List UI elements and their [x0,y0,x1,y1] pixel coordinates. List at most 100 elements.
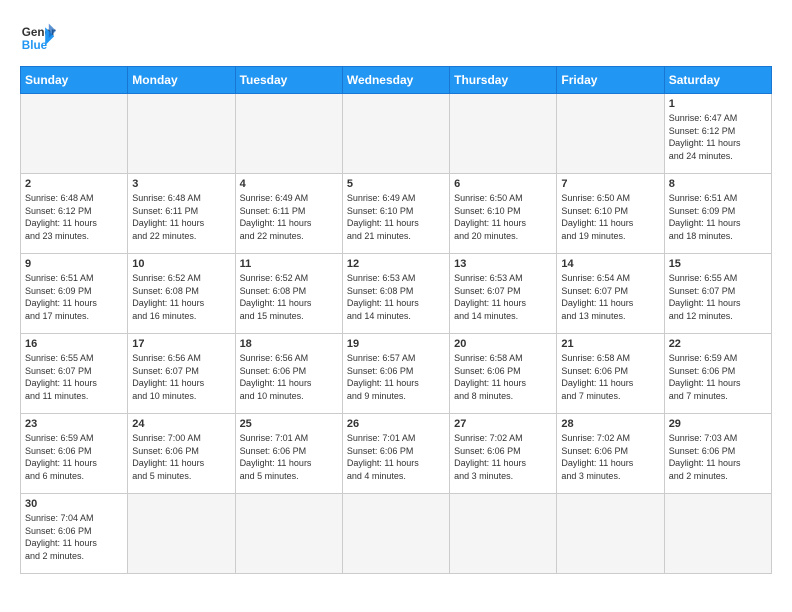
calendar-week-row: 1 Sunrise: 6:47 AM Sunset: 6:12 PM Daylig… [21,94,772,174]
day-number: 30 [25,498,123,510]
day-info: Sunrise: 6:53 AM Sunset: 6:08 PM Dayligh… [347,272,445,322]
day-number: 6 [454,178,552,190]
calendar-cell [557,494,664,574]
day-info: Sunrise: 7:02 AM Sunset: 6:06 PM Dayligh… [561,432,659,482]
day-number: 15 [669,258,767,270]
calendar-cell: 28Sunrise: 7:02 AM Sunset: 6:06 PM Dayli… [557,414,664,494]
day-number: 16 [25,338,123,350]
day-info: Sunrise: 6:51 AM Sunset: 6:09 PM Dayligh… [669,192,767,242]
day-info: Sunrise: 6:59 AM Sunset: 6:06 PM Dayligh… [669,352,767,402]
day-number: 3 [132,178,230,190]
day-header-sunday: Sunday [21,67,128,94]
calendar-week-row: 30 Sunrise: 7:04 AM Sunset: 6:06 PM Dayli… [21,494,772,574]
logo: General Blue [20,20,56,56]
calendar-header-row: SundayMondayTuesdayWednesdayThursdayFrid… [21,67,772,94]
calendar-week-row: 9Sunrise: 6:51 AM Sunset: 6:09 PM Daylig… [21,254,772,334]
day-info: Sunrise: 6:59 AM Sunset: 6:06 PM Dayligh… [25,432,123,482]
page-header: General Blue [20,20,772,56]
calendar-cell: 18 Sunrise: 6:56 AM Sunset: 6:06 PM Dayli… [235,334,342,414]
day-number: 25 [240,418,338,430]
day-info: Sunrise: 6:52 AM Sunset: 6:08 PM Dayligh… [132,272,230,322]
calendar-cell [450,494,557,574]
calendar-week-row: 16 Sunrise: 6:55 AM Sunset: 6:07 PM Dayli… [21,334,772,414]
day-number: 22 [669,338,767,350]
day-info: Sunrise: 6:58 AM Sunset: 6:06 PM Dayligh… [561,352,659,402]
day-info: Sunrise: 6:58 AM Sunset: 6:06 PM Dayligh… [454,352,552,402]
day-number: 4 [240,178,338,190]
day-number: 2 [25,178,123,190]
day-info: Sunrise: 6:57 AM Sunset: 6:06 PM Dayligh… [347,352,445,402]
day-number: 27 [454,418,552,430]
calendar-cell [21,94,128,174]
day-header-tuesday: Tuesday [235,67,342,94]
calendar-cell [342,94,449,174]
day-number: 10 [132,258,230,270]
day-info: Sunrise: 6:56 AM Sunset: 6:07 PM Dayligh… [132,352,230,402]
day-info: Sunrise: 6:55 AM Sunset: 6:07 PM Dayligh… [669,272,767,322]
day-header-saturday: Saturday [664,67,771,94]
day-number: 26 [347,418,445,430]
day-number: 8 [669,178,767,190]
calendar-cell: 12 Sunrise: 6:53 AM Sunset: 6:08 PM Dayli… [342,254,449,334]
calendar-cell: 16 Sunrise: 6:55 AM Sunset: 6:07 PM Dayli… [21,334,128,414]
calendar-cell [664,494,771,574]
calendar-cell: 24Sunrise: 7:00 AM Sunset: 6:06 PM Dayli… [128,414,235,494]
calendar-cell: 13Sunrise: 6:53 AM Sunset: 6:07 PM Dayli… [450,254,557,334]
calendar-cell: 4Sunrise: 6:49 AM Sunset: 6:11 PM Daylig… [235,174,342,254]
calendar-cell: 25Sunrise: 7:01 AM Sunset: 6:06 PM Dayli… [235,414,342,494]
calendar-cell: 5 Sunrise: 6:49 AM Sunset: 6:10 PM Daylig… [342,174,449,254]
calendar-week-row: 2 Sunrise: 6:48 AM Sunset: 6:12 PM Daylig… [21,174,772,254]
calendar-cell: 26Sunrise: 7:01 AM Sunset: 6:06 PM Dayli… [342,414,449,494]
calendar-cell [235,494,342,574]
svg-text:Blue: Blue [22,39,48,52]
calendar-cell: 7Sunrise: 6:50 AM Sunset: 6:10 PM Daylig… [557,174,664,254]
calendar-cell [235,94,342,174]
calendar-cell [450,94,557,174]
day-info: Sunrise: 6:48 AM Sunset: 6:12 PM Dayligh… [25,192,123,242]
calendar-cell: 2 Sunrise: 6:48 AM Sunset: 6:12 PM Daylig… [21,174,128,254]
day-number: 1 [669,98,767,110]
day-info: Sunrise: 6:56 AM Sunset: 6:06 PM Dayligh… [240,352,338,402]
day-number: 14 [561,258,659,270]
day-number: 12 [347,258,445,270]
calendar-cell: 3 Sunrise: 6:48 AM Sunset: 6:11 PM Daylig… [128,174,235,254]
day-info: Sunrise: 6:53 AM Sunset: 6:07 PM Dayligh… [454,272,552,322]
calendar-cell: 30 Sunrise: 7:04 AM Sunset: 6:06 PM Dayli… [21,494,128,574]
day-info: Sunrise: 6:47 AM Sunset: 6:12 PM Dayligh… [669,112,767,162]
day-info: Sunrise: 6:48 AM Sunset: 6:11 PM Dayligh… [132,192,230,242]
calendar-cell: 15 Sunrise: 6:55 AM Sunset: 6:07 PM Dayli… [664,254,771,334]
day-number: 17 [132,338,230,350]
day-number: 23 [25,418,123,430]
calendar-cell: 6Sunrise: 6:50 AM Sunset: 6:10 PM Daylig… [450,174,557,254]
calendar-cell: 11Sunrise: 6:52 AM Sunset: 6:08 PM Dayli… [235,254,342,334]
calendar-cell: 9Sunrise: 6:51 AM Sunset: 6:09 PM Daylig… [21,254,128,334]
day-header-friday: Friday [557,67,664,94]
calendar-cell: 23 Sunrise: 6:59 AM Sunset: 6:06 PM Dayli… [21,414,128,494]
calendar-cell: 1 Sunrise: 6:47 AM Sunset: 6:12 PM Daylig… [664,94,771,174]
calendar-cell [128,94,235,174]
day-header-wednesday: Wednesday [342,67,449,94]
day-number: 18 [240,338,338,350]
calendar-cell [557,94,664,174]
day-info: Sunrise: 7:03 AM Sunset: 6:06 PM Dayligh… [669,432,767,482]
day-info: Sunrise: 6:55 AM Sunset: 6:07 PM Dayligh… [25,352,123,402]
day-header-thursday: Thursday [450,67,557,94]
day-info: Sunrise: 6:54 AM Sunset: 6:07 PM Dayligh… [561,272,659,322]
calendar-cell: 20Sunrise: 6:58 AM Sunset: 6:06 PM Dayli… [450,334,557,414]
day-number: 29 [669,418,767,430]
day-info: Sunrise: 7:00 AM Sunset: 6:06 PM Dayligh… [132,432,230,482]
day-info: Sunrise: 6:51 AM Sunset: 6:09 PM Dayligh… [25,272,123,322]
day-number: 21 [561,338,659,350]
day-info: Sunrise: 6:49 AM Sunset: 6:10 PM Dayligh… [347,192,445,242]
calendar-cell: 19Sunrise: 6:57 AM Sunset: 6:06 PM Dayli… [342,334,449,414]
calendar-cell: 29 Sunrise: 7:03 AM Sunset: 6:06 PM Dayli… [664,414,771,494]
calendar-cell [128,494,235,574]
calendar-cell [342,494,449,574]
day-number: 5 [347,178,445,190]
calendar-cell: 22 Sunrise: 6:59 AM Sunset: 6:06 PM Dayli… [664,334,771,414]
day-info: Sunrise: 6:52 AM Sunset: 6:08 PM Dayligh… [240,272,338,322]
day-info: Sunrise: 7:04 AM Sunset: 6:06 PM Dayligh… [25,512,123,562]
day-header-monday: Monday [128,67,235,94]
day-info: Sunrise: 7:02 AM Sunset: 6:06 PM Dayligh… [454,432,552,482]
day-number: 7 [561,178,659,190]
